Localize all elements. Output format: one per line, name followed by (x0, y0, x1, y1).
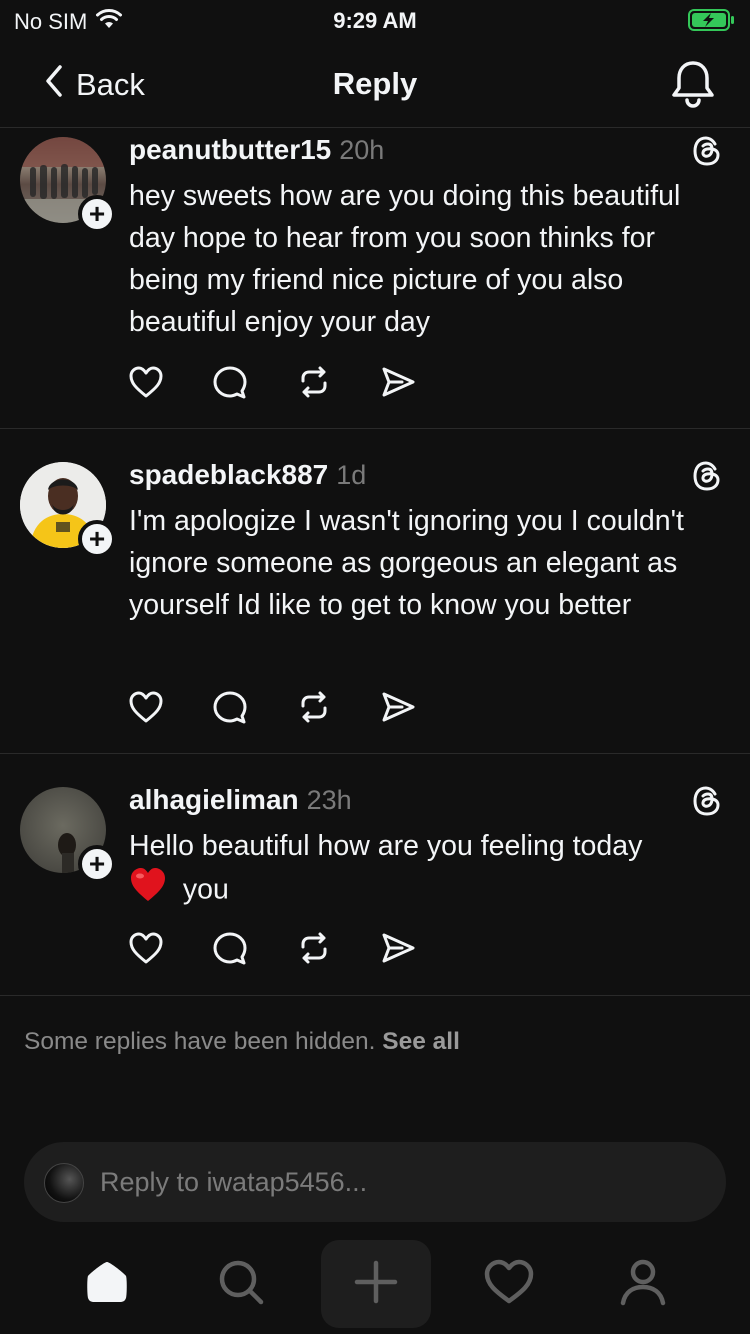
like-icon[interactable] (128, 689, 164, 725)
post-actions (128, 930, 416, 966)
tab-home[interactable] (52, 1240, 162, 1328)
heart-icon (484, 1259, 534, 1310)
hidden-replies-note: Some replies have been hidden. See all (24, 1028, 460, 1056)
post-age: 23h (306, 785, 352, 815)
page-title: Reply (332, 66, 418, 101)
threads-logo-icon (690, 134, 724, 168)
nav-bar: Back Reply (0, 42, 750, 128)
follow-plus-icon[interactable]: + (78, 520, 116, 558)
comment-icon[interactable] (212, 689, 248, 725)
post-text-part: you (182, 873, 229, 906)
profile-icon (619, 1258, 667, 1311)
follow-plus-icon[interactable]: + (78, 195, 116, 233)
avatar-wrapper[interactable]: + (20, 787, 116, 883)
username[interactable]: spadeblack887 (129, 459, 328, 491)
search-icon (217, 1258, 265, 1311)
post-actions (128, 689, 416, 725)
see-all-link[interactable]: See all (382, 1028, 460, 1055)
comment-icon[interactable] (212, 364, 248, 400)
post-text: Hello beautiful how are you feeling toda… (129, 825, 728, 915)
post-actions (128, 364, 416, 400)
comment-icon[interactable] (212, 930, 248, 966)
tab-activity[interactable] (454, 1240, 564, 1328)
post-text-part: Hello beautiful how are you feeling toda… (129, 830, 643, 862)
repost-icon[interactable] (296, 689, 332, 725)
tab-compose[interactable] (321, 1240, 431, 1328)
reply-post: + spadeblack887 1d I'm apologize I wasn'… (0, 429, 750, 754)
share-icon[interactable] (380, 364, 416, 400)
threads-logo-icon (690, 784, 724, 818)
post-text: I'm apologize I wasn't ignoring you I co… (129, 505, 684, 621)
avatar (44, 1163, 84, 1203)
tab-profile[interactable] (588, 1240, 698, 1328)
hidden-replies-text: Some replies have been hidden. (24, 1028, 376, 1055)
follow-plus-icon[interactable]: + (78, 845, 116, 883)
plus-icon (354, 1260, 398, 1309)
battery-icon (688, 8, 736, 37)
post-age: 1d (336, 460, 367, 490)
repost-icon[interactable] (296, 930, 332, 966)
like-icon[interactable] (128, 364, 164, 400)
home-icon (83, 1258, 131, 1311)
username[interactable]: peanutbutter15 (129, 134, 331, 166)
heart-emoji (129, 867, 167, 915)
reply-input[interactable]: Reply to iwatap5456... (24, 1142, 726, 1222)
avatar-wrapper[interactable]: + (20, 462, 116, 558)
status-time: 9:29 AM (333, 8, 417, 33)
reply-post: + alhagieliman 23h Hello beautiful how a… (0, 754, 750, 996)
tab-bar (0, 1240, 750, 1334)
share-icon[interactable] (380, 689, 416, 725)
threads-logo-icon (690, 459, 724, 493)
username[interactable]: alhagieliman (129, 784, 299, 816)
post-age: 20h (339, 135, 385, 165)
reply-post: + peanutbutter15 20h hey sweets how are … (0, 128, 750, 429)
like-icon[interactable] (128, 930, 164, 966)
post-header: peanutbutter15 20h (129, 134, 384, 166)
repost-icon[interactable] (296, 364, 332, 400)
reply-placeholder: Reply to iwatap5456... (100, 1167, 368, 1197)
status-bar: No SIM 9:29 AM (0, 0, 750, 42)
tab-search[interactable] (186, 1240, 296, 1328)
post-header: alhagieliman 23h (129, 784, 352, 816)
share-icon[interactable] (380, 930, 416, 966)
bell-icon[interactable] (670, 58, 716, 113)
post-text: hey sweets how are you doing this beauti… (129, 180, 681, 338)
avatar-wrapper[interactable]: + (20, 137, 116, 233)
post-header: spadeblack887 1d (129, 459, 366, 491)
